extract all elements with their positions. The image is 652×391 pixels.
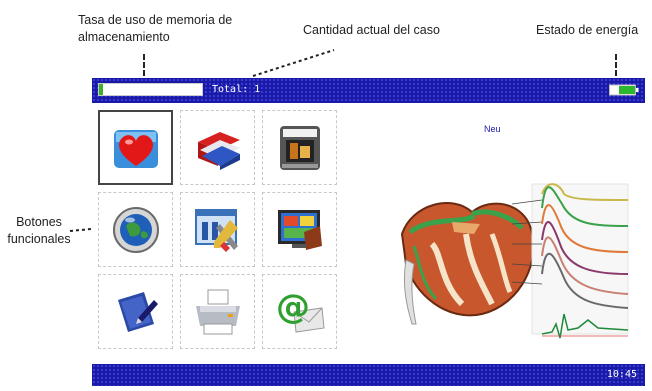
notebook-button[interactable] — [98, 274, 173, 349]
printer-icon — [195, 289, 240, 334]
display-button[interactable] — [262, 192, 337, 267]
memory-usage-bar — [98, 83, 203, 96]
player-icon — [279, 125, 320, 170]
function-button-grid: @ — [98, 110, 343, 349]
mode-label: Neu — [484, 124, 501, 134]
device-screen: Total: 1 @ Neu 10:45 — [92, 78, 645, 386]
player-button[interactable] — [262, 110, 337, 185]
svg-text:@: @ — [276, 287, 310, 327]
printer-button[interactable] — [180, 274, 255, 349]
memory-usage-annotation: Tasa de uso de memoria de almacenamiento — [78, 13, 233, 44]
heart-button[interactable] — [98, 110, 173, 185]
bottom-status-bar: 10:45 — [92, 364, 645, 386]
battery-icon — [609, 84, 639, 96]
memory-usage-fill — [99, 84, 104, 95]
settings-button[interactable] — [180, 192, 255, 267]
heart-anatomy-image — [400, 202, 535, 325]
case-total-label: Total: 1 — [212, 84, 261, 95]
power-state-leader — [615, 54, 617, 76]
power-state-annotation: Estado de energía — [536, 23, 639, 37]
email-button[interactable]: @ — [262, 274, 337, 349]
memory-usage-leader — [143, 54, 145, 76]
settings-tools-icon — [194, 208, 238, 252]
case-count-leader — [252, 49, 335, 77]
globe-button[interactable] — [98, 192, 173, 267]
case-count-annotation: Cantidad actual del caso — [303, 23, 440, 37]
clock-label: 10:45 — [606, 369, 637, 380]
folders-icon — [197, 131, 240, 170]
heart-waveform-illustration — [400, 183, 629, 339]
heart-icon — [113, 129, 158, 168]
function-buttons-annotation: Botones funcionales — [7, 215, 71, 246]
globe-icon — [112, 206, 159, 253]
email-icon: @ — [276, 287, 325, 333]
notebook-icon — [117, 291, 158, 332]
display-icon — [277, 209, 322, 250]
status-bar: Total: 1 — [92, 78, 645, 103]
folders-button[interactable] — [180, 110, 255, 185]
